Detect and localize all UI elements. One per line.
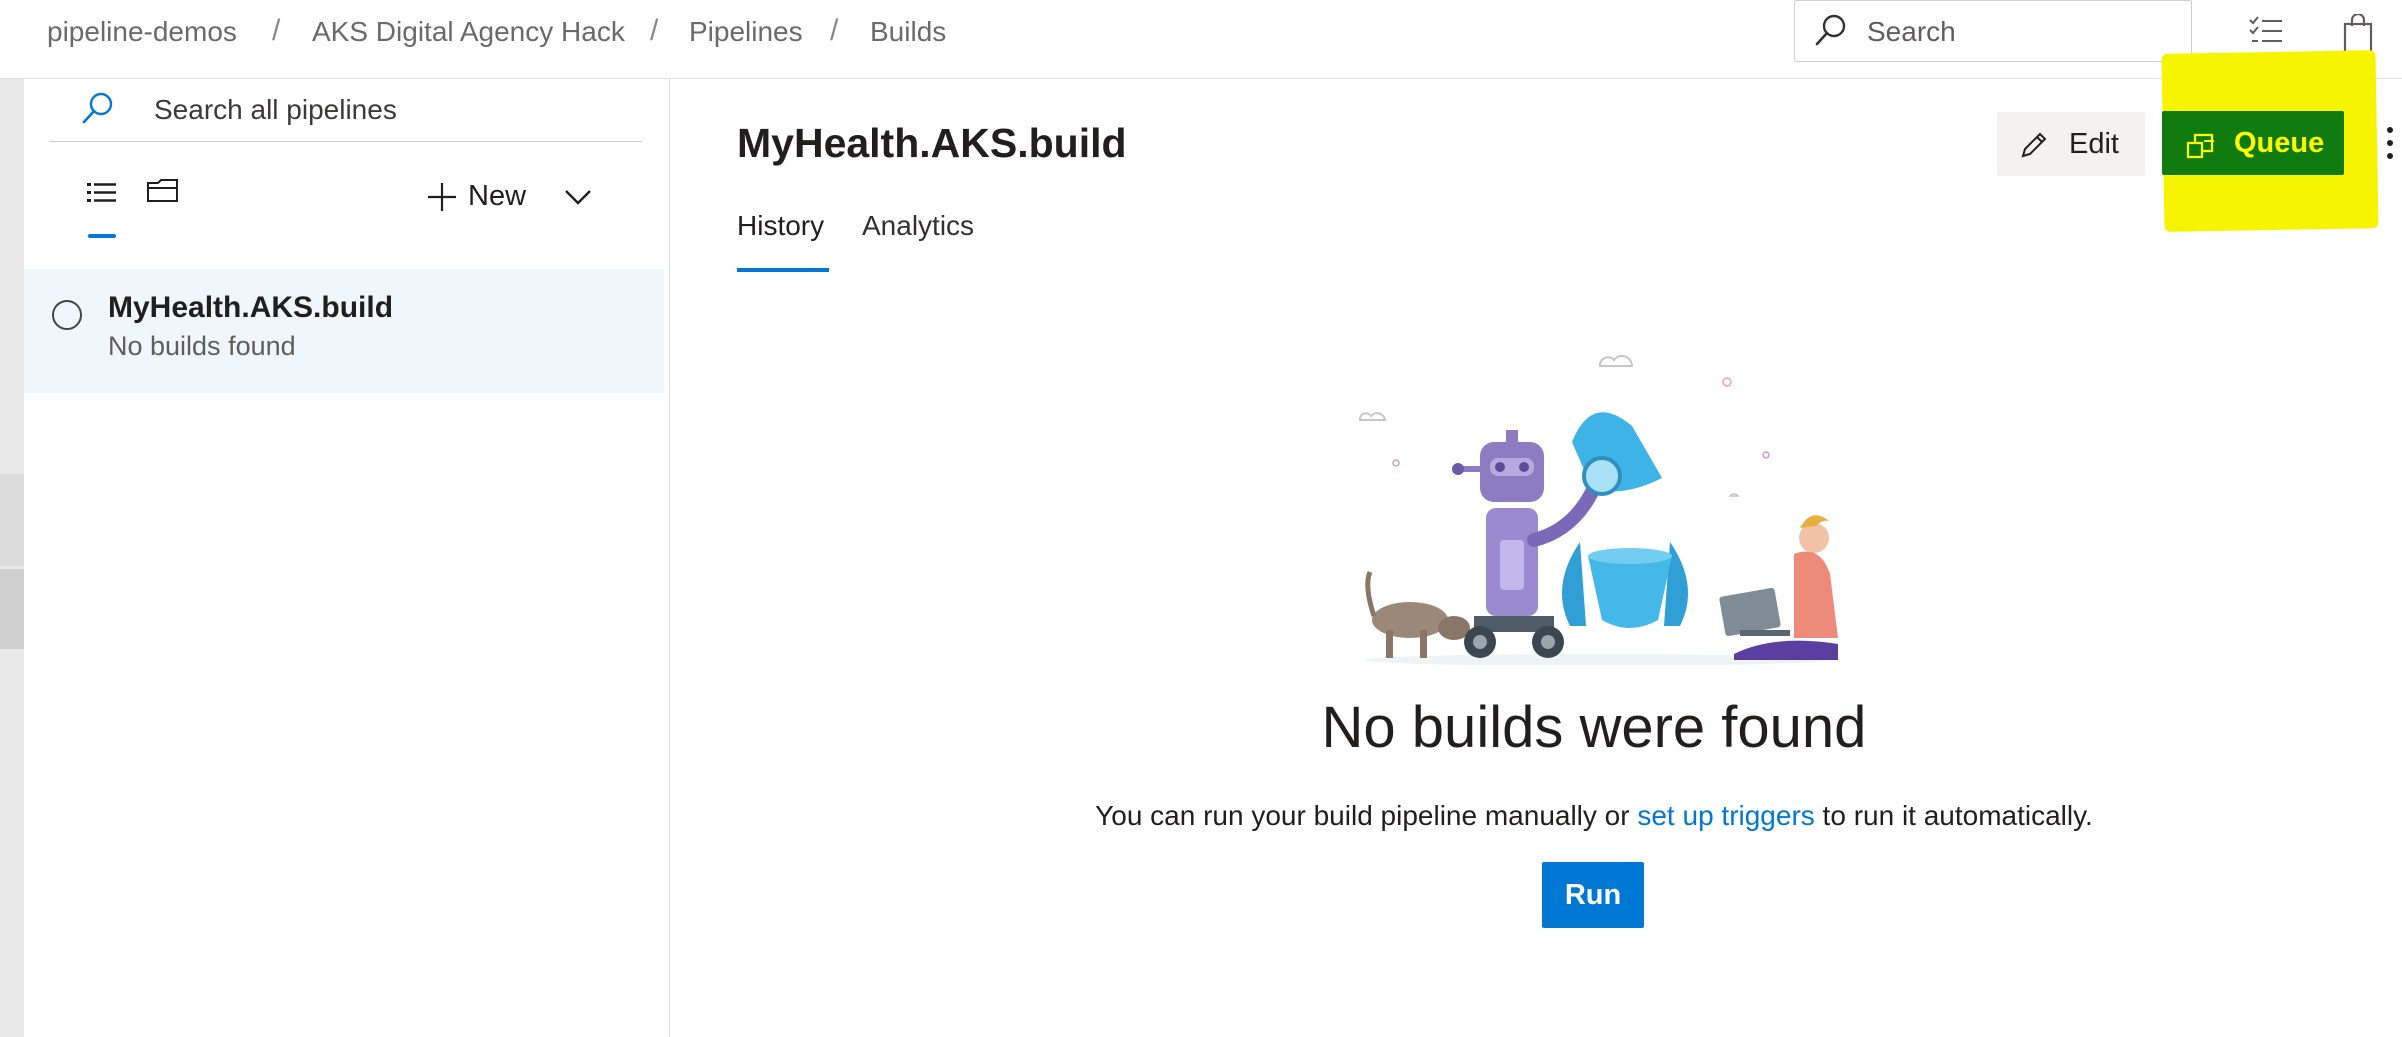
more-options-icon[interactable] [2382, 124, 2398, 164]
page-title: MyHealth.AKS.build [737, 120, 1127, 166]
global-search-placeholder: Search [1867, 16, 1956, 47]
pencil-icon [2021, 132, 2047, 158]
queue-button-label: Queue [2234, 127, 2325, 159]
run-button[interactable]: Run [1542, 862, 1644, 928]
breadcrumb-item-pipelines[interactable]: Pipelines [689, 16, 803, 48]
global-search-box[interactable]: Search [1794, 0, 2192, 62]
nav-strip-segment [0, 569, 24, 649]
status-circle-icon [52, 300, 82, 330]
empty-state-description: You can run your build pipeline manually… [902, 800, 2286, 832]
folder-view-icon[interactable] [146, 177, 180, 207]
search-icon [1815, 14, 1846, 46]
new-pipeline-button[interactable]: New [412, 171, 602, 221]
breadcrumb-item-project[interactable]: pipeline-demos [47, 16, 237, 48]
breadcrumb-separator: / [830, 14, 839, 47]
new-button-label: New [468, 180, 527, 212]
shopping-bag-icon[interactable] [2342, 14, 2376, 54]
breadcrumb-separator: / [650, 14, 659, 47]
empty-state-text: to run it automatically. [1814, 800, 2093, 831]
empty-state-text: You can run your build pipeline manually… [1095, 800, 1638, 831]
active-view-indicator [88, 234, 116, 238]
breadcrumb-item-builds[interactable]: Builds [870, 16, 946, 48]
task-list-icon[interactable] [2248, 14, 2284, 50]
queue-button[interactable]: Queue [2162, 111, 2344, 175]
list-view-icon[interactable] [86, 179, 118, 209]
tab-analytics[interactable]: Analytics [862, 210, 974, 242]
top-bar: pipeline-demos / AKS Digital Agency Hack… [0, 0, 2402, 79]
pipeline-status: No builds found [108, 331, 296, 361]
pipeline-search-placeholder: Search all pipelines [154, 94, 397, 125]
set-up-triggers-link[interactable]: set up triggers [1637, 800, 1814, 831]
chevron-down-icon [565, 190, 591, 205]
pipeline-list-item[interactable]: MyHealth.AKS.build No builds found [24, 269, 664, 393]
edit-button-label: Edit [2069, 128, 2119, 160]
pipeline-name: MyHealth.AKS.build [108, 291, 394, 324]
left-navigation-strip [0, 79, 24, 1037]
breadcrumb-separator: / [272, 14, 281, 47]
nav-strip-segment [0, 474, 24, 566]
search-icon [82, 92, 113, 124]
plus-icon [428, 183, 456, 211]
tab-history[interactable]: History [737, 210, 824, 242]
dog-illustration [1365, 571, 1470, 658]
pipeline-search-input[interactable]: Search all pipelines [50, 79, 642, 142]
empty-state-title: No builds were found [1321, 695, 1867, 760]
queue-build-icon [2186, 133, 2214, 159]
cloud-icon [1358, 355, 1740, 497]
active-tab-indicator [737, 268, 829, 272]
edit-button[interactable]: Edit [1997, 112, 2145, 176]
empty-state-illustration [1358, 355, 1838, 665]
pipelines-list-pane: Search all pipelines New MyHealth.AKS.bu… [24, 79, 670, 1037]
breadcrumb-item-team[interactable]: AKS Digital Agency Hack [312, 16, 625, 48]
person-with-laptop-illustration [1719, 515, 1838, 660]
